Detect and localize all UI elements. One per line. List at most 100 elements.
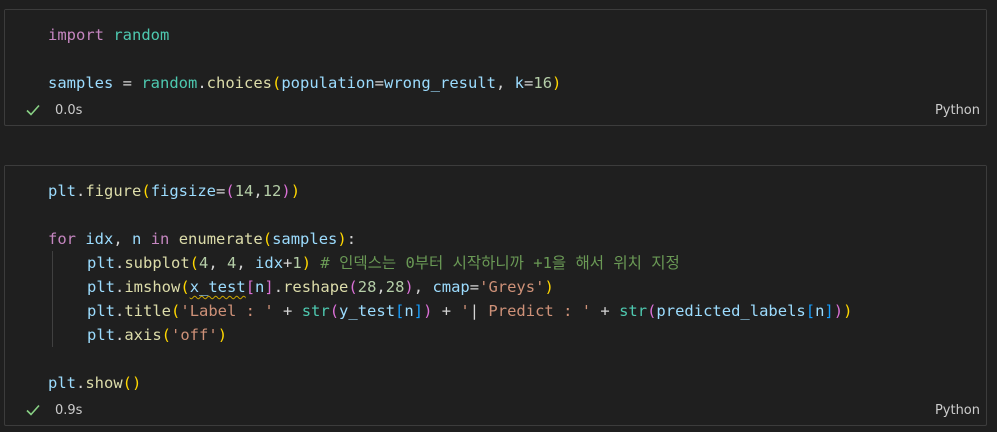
code-comment: # 인덱스는 0부터 시작하니까 +1을 해서 위치 지정: [320, 254, 680, 272]
code-cell-1[interactable]: import random samples = random.choices(p…: [4, 9, 987, 126]
code-token: ,: [208, 254, 228, 272]
code-line: plt.show(): [48, 371, 141, 395]
code-token: for: [48, 230, 76, 248]
code-token: (: [225, 182, 235, 200]
code-token: import: [48, 26, 104, 44]
code-token: n: [255, 278, 265, 296]
code-token: 'off': [171, 326, 218, 344]
code-token: ): [544, 278, 554, 296]
code-token: ,: [413, 278, 433, 296]
code-token: 16: [533, 74, 553, 92]
code-token: ): [404, 278, 414, 296]
code-token: 4: [199, 254, 209, 272]
code-token: ): [281, 182, 291, 200]
code-token: ]: [264, 278, 274, 296]
code-token: random: [141, 74, 198, 92]
code-token: .: [76, 182, 86, 200]
code-token: ,: [113, 230, 133, 248]
code-token: (: [141, 182, 151, 200]
code-token: [: [395, 302, 405, 320]
code-token: 28: [357, 278, 377, 296]
code-line: samples = random.choices(population=wron…: [48, 71, 561, 95]
checkmark-icon: [26, 104, 40, 116]
code-token: (: [272, 74, 282, 92]
code-token: ): [132, 374, 142, 392]
warning-squiggle-token[interactable]: x_test: [190, 278, 246, 296]
code-token: ): [217, 326, 228, 344]
code-token: ): [833, 302, 844, 320]
code-line: plt.imshow(x_test[n].reshape(28,28), cma…: [87, 275, 554, 299]
code-token: .: [76, 374, 86, 392]
code-token: .: [115, 302, 125, 320]
code-token: ,: [236, 254, 256, 272]
code-token: (: [329, 302, 340, 320]
language-label[interactable]: Python: [935, 403, 980, 418]
code-token: figure: [85, 182, 142, 200]
code-cell-2[interactable]: plt.figure(figsize=(14,12)) for idx, n i…: [4, 165, 987, 426]
code-token: random: [113, 26, 170, 44]
code-editor-1[interactable]: import random samples = random.choices(p…: [5, 10, 986, 101]
code-token: plt: [87, 254, 115, 272]
code-token: ): [843, 302, 853, 320]
code-token: subplot: [124, 254, 190, 272]
code-token: (: [122, 374, 133, 392]
code-token: y_test: [339, 302, 396, 320]
code-token: n: [404, 302, 414, 320]
code-token: (: [161, 326, 172, 344]
code-token: ,: [496, 74, 515, 92]
code-token: 12: [262, 182, 282, 200]
indent-guide: [52, 251, 53, 347]
code-token: show: [85, 374, 123, 392]
code-token: =: [216, 182, 226, 200]
code-token: n: [132, 230, 142, 248]
cell-status-bar: 0.0s Python: [5, 99, 986, 125]
code-token: 'Greys': [479, 278, 545, 296]
code-token: =: [113, 74, 142, 92]
language-label[interactable]: Python: [935, 103, 980, 118]
code-token: str: [619, 302, 648, 320]
code-token: str: [301, 302, 330, 320]
code-token: (: [189, 254, 200, 272]
code-token: :: [346, 230, 357, 248]
code-editor-2[interactable]: plt.figure(figsize=(14,12)) for idx, n i…: [5, 166, 986, 392]
code-token: (: [348, 278, 358, 296]
code-token: +: [591, 302, 620, 320]
code-token: Predict : ': [479, 302, 592, 320]
code-token: 1: [292, 254, 302, 272]
code-token: choices: [206, 74, 272, 92]
code-line: import random: [48, 23, 169, 47]
code-token: plt: [48, 182, 76, 200]
code-token: predicted_labels: [656, 302, 806, 320]
code-token: plt: [87, 278, 115, 296]
checkmark-icon: [26, 404, 40, 416]
code-token: =: [524, 74, 534, 92]
code-token: plt: [87, 326, 115, 344]
code-token: .: [115, 254, 125, 272]
code-token: +: [432, 302, 461, 320]
code-token: in: [150, 230, 170, 248]
code-token: ): [337, 230, 347, 248]
code-token: =: [469, 278, 480, 296]
code-token: 4: [227, 254, 237, 272]
code-token: 28: [385, 278, 405, 296]
code-token: title: [124, 302, 172, 320]
code-token: ): [301, 254, 312, 272]
code-token: ): [290, 182, 301, 200]
code-line: for idx, n in enumerate(samples):: [48, 227, 356, 251]
code-token: [: [245, 278, 256, 296]
code-token: population: [281, 74, 375, 92]
code-token: +: [283, 254, 293, 272]
code-token: (: [180, 278, 190, 296]
code-token: +: [273, 302, 302, 320]
code-line: plt.figure(figsize=(14,12)): [48, 179, 300, 203]
code-token: axis: [124, 326, 162, 344]
code-token: ,: [376, 278, 386, 296]
text-cursor: |: [469, 302, 480, 320]
code-token: ,: [253, 182, 263, 200]
code-token: (: [171, 302, 181, 320]
code-token: samples: [272, 230, 338, 248]
